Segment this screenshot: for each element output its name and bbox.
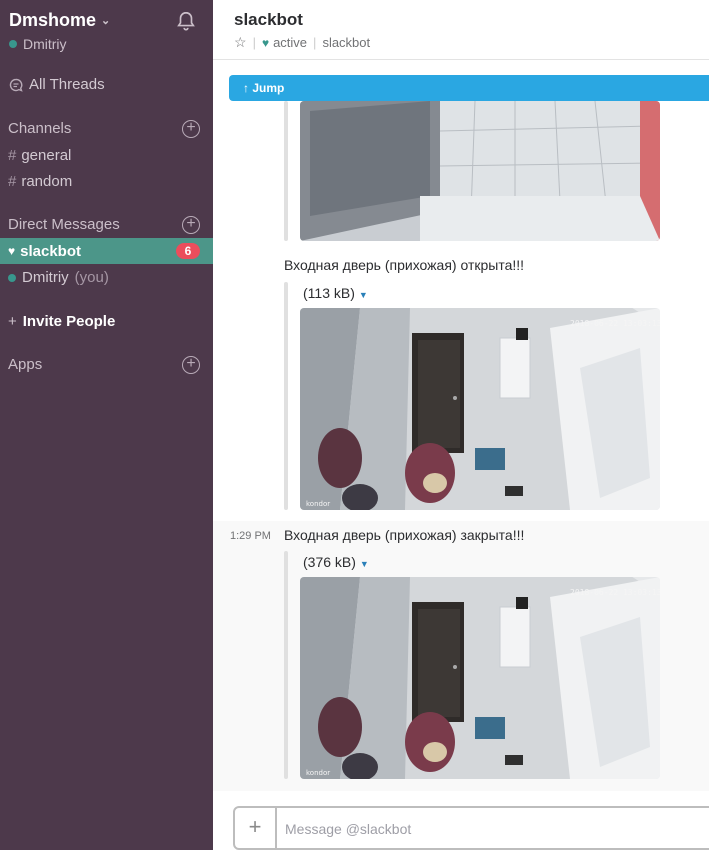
camera-snapshot-image[interactable]: 2018-06-22 13:03:13 kondor — [300, 577, 660, 779]
channels-header[interactable]: Channels — [8, 120, 71, 137]
message-input[interactable]: Message @slackbot — [285, 821, 411, 837]
plus-icon: + — [8, 313, 17, 330]
sidebar-item-all-threads[interactable]: All Threads — [8, 76, 105, 93]
all-threads-label: All Threads — [29, 76, 105, 93]
jump-label: Jump — [252, 81, 285, 95]
unread-badge: 6 — [176, 243, 200, 259]
star-icon[interactable]: ☆ — [234, 34, 247, 51]
jump-button[interactable]: ↑ Jump — [229, 75, 709, 101]
attachment-bar — [284, 551, 288, 779]
camera-brand: kondor — [306, 769, 330, 777]
channel-label: random — [21, 173, 73, 190]
channel-meta: ☆ | ♥ active | slackbot — [234, 34, 370, 51]
invite-label: Invite People — [22, 313, 116, 330]
sidebar-item-dmitriy[interactable]: Dmitriy (you) — [8, 269, 109, 286]
presence-status: active — [273, 35, 308, 50]
sidebar-item-general[interactable]: # general — [8, 147, 71, 164]
camera-snapshot-image[interactable]: 2018-06-22 13:03:13 kondor — [300, 308, 660, 510]
attachment-bar — [284, 282, 288, 510]
team-menu[interactable]: Dmshome ⌄ — [9, 10, 110, 31]
presence-dot — [8, 273, 16, 282]
message-pane: ↑ Jump Входная дверь (прихожая) открыта!… — [213, 61, 709, 791]
threads-icon — [9, 78, 23, 92]
divider: | — [313, 35, 317, 50]
caret-down-icon: ▼ — [359, 559, 369, 569]
invite-people-button[interactable]: + Invite People — [8, 313, 115, 330]
sidebar-item-slackbot[interactable]: ♥ slackbot 6 — [0, 238, 213, 264]
attachment-bar — [284, 101, 288, 241]
you-label: (you) — [74, 269, 109, 286]
caret-down-icon: ▼ — [358, 290, 368, 300]
camera-brand: kondor — [306, 500, 330, 508]
channel-subtitle: slackbot — [322, 35, 371, 50]
channel-title: slackbot — [234, 10, 303, 29]
add-app-icon[interactable]: + — [182, 356, 200, 374]
heart-icon: ♥ — [8, 244, 16, 258]
hash-icon: # — [8, 147, 17, 164]
message-text: Входная дверь (прихожая) закрыта!!! — [284, 527, 525, 543]
message-timestamp[interactable]: 1:29 PM — [230, 530, 271, 542]
hash-icon: # — [8, 173, 17, 190]
message-text: Входная дверь (прихожая) открыта!!! — [284, 257, 525, 273]
camera-timestamp: 2018-06-22 13:03:13 — [570, 588, 660, 597]
heart-icon: ♥ — [261, 35, 270, 50]
channel-header: slackbot ☆ | ♥ active | slackbot — [213, 0, 709, 60]
dm-label: slackbot — [20, 242, 81, 260]
bell-icon[interactable] — [175, 10, 197, 32]
channel-label: general — [21, 147, 72, 164]
file-size-label: (113 kB) — [303, 285, 355, 301]
file-size-label: (376 kB) — [303, 554, 356, 570]
sidebar-item-random[interactable]: # random — [8, 173, 72, 190]
message-composer[interactable]: + Message @slackbot — [233, 806, 709, 850]
attach-file-button[interactable]: + — [235, 808, 277, 848]
camera-timestamp: 2018-06-22 13:03:13 — [570, 319, 660, 328]
chevron-down-icon: ⌄ — [101, 15, 111, 27]
sidebar: Dmshome ⌄ Dmitriy All Threads Channels +… — [0, 0, 213, 850]
file-size[interactable]: (113 kB) ▼ — [303, 285, 368, 301]
apps-header[interactable]: Apps — [8, 356, 42, 373]
file-size[interactable]: (376 kB) ▼ — [303, 554, 369, 570]
add-channel-icon[interactable]: + — [182, 120, 200, 138]
add-dm-icon[interactable]: + — [182, 216, 200, 234]
current-user[interactable]: Dmitriy — [9, 36, 67, 52]
team-name: Dmshome — [9, 10, 97, 30]
camera-snapshot-image[interactable] — [300, 101, 660, 241]
current-user-name: Dmitriy — [23, 36, 67, 52]
presence-dot — [9, 40, 17, 48]
dm-header[interactable]: Direct Messages — [8, 216, 120, 233]
dm-label: Dmitriy — [22, 269, 69, 286]
divider: | — [252, 35, 256, 50]
